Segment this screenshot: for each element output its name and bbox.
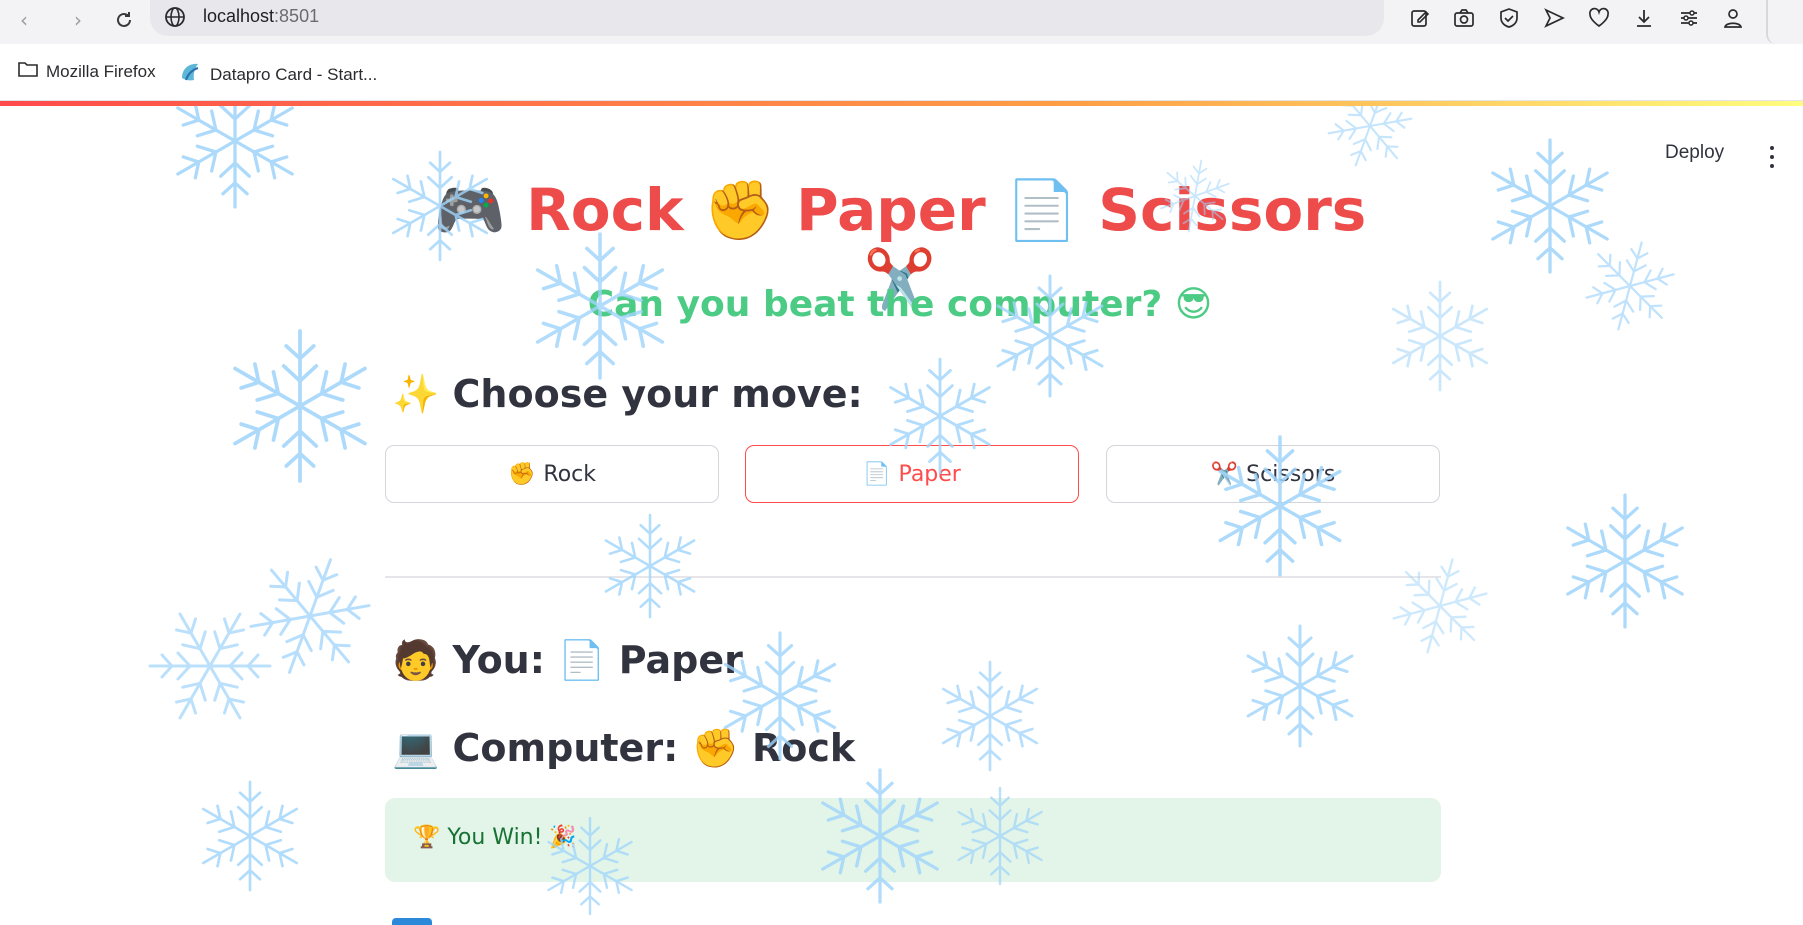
page-subtitle: Can you beat the computer? 😎 xyxy=(587,284,1213,325)
bookmarks-bar: Mozilla Firefox Datapro Card - Start... xyxy=(0,44,1803,101)
paper-label: Paper xyxy=(898,461,961,487)
address-bar[interactable]: localhost:8501 xyxy=(150,0,1384,36)
url-text: localhost:8501 xyxy=(203,6,319,27)
extension-icon[interactable] xyxy=(1766,0,1803,44)
edit-icon[interactable] xyxy=(1405,3,1435,33)
next-element-icon xyxy=(392,918,432,925)
choose-move-heading: ✨ Choose your move: xyxy=(392,372,863,416)
scissors-button[interactable]: ✂️ Scissors xyxy=(1106,445,1440,503)
section-divider xyxy=(385,576,1441,578)
player-choice: 🧑 You: 📄 Paper xyxy=(392,638,743,682)
bookmark-datapro-card[interactable]: Datapro Card - Start... xyxy=(178,60,377,89)
shield-icon[interactable] xyxy=(1494,3,1524,33)
reload-icon[interactable] xyxy=(108,4,140,36)
url-port: :8501 xyxy=(274,6,320,26)
page-icon: 📄 xyxy=(863,461,891,487)
datapro-logo-icon xyxy=(178,60,202,89)
result-alert: 🏆 You Win! 🎉 xyxy=(385,798,1441,882)
more-menu-icon[interactable] xyxy=(1770,146,1776,173)
snowflake-icon xyxy=(937,662,1042,770)
snowflake-icon xyxy=(1576,231,1684,341)
paper-button[interactable]: 📄 Paper xyxy=(745,445,1079,503)
send-icon[interactable] xyxy=(1539,3,1569,33)
browser-toolbar: ‹ › localhost:8501 xyxy=(0,0,1803,44)
bookmark-mozilla-firefox[interactable]: Mozilla Firefox xyxy=(18,60,156,83)
snowflake-icon xyxy=(1382,548,1499,663)
streamlit-app: Deploy 🎮 Rock ✊ Paper 📄 Scissors ✂️ Can … xyxy=(0,106,1803,925)
bookmark-label: Mozilla Firefox xyxy=(46,61,156,81)
scissors-icon: ✂️ xyxy=(1210,461,1239,487)
url-host: localhost xyxy=(203,6,275,26)
snowflake-icon xyxy=(600,515,699,617)
account-icon[interactable] xyxy=(1718,3,1748,33)
folder-icon xyxy=(18,60,38,83)
scissors-label: Scissors xyxy=(1246,461,1336,487)
snowflake-icon xyxy=(129,585,290,747)
snowflake-icon xyxy=(1561,495,1690,627)
download-icon[interactable] xyxy=(1629,3,1659,33)
snowflake-icon xyxy=(235,540,386,693)
fist-icon: ✊ xyxy=(508,461,536,487)
computer-choice: 💻 Computer: ✊ Rock xyxy=(392,726,856,770)
deploy-button[interactable]: Deploy xyxy=(1665,142,1724,164)
heart-icon[interactable] xyxy=(1584,3,1614,33)
back-icon[interactable]: ‹ xyxy=(8,4,40,36)
snowflake-icon xyxy=(1486,140,1615,272)
result-text: 🏆 You Win! 🎉 xyxy=(413,825,577,850)
settings-sliders-icon[interactable] xyxy=(1674,3,1704,33)
forward-icon[interactable]: › xyxy=(62,4,94,36)
snowflake-icon xyxy=(171,106,300,207)
camera-icon[interactable] xyxy=(1449,3,1479,33)
snowflake-icon xyxy=(1242,626,1359,746)
snowflake-icon xyxy=(197,782,302,890)
snowflake-icon xyxy=(1322,106,1419,174)
rock-label: Rock xyxy=(543,461,596,487)
bookmark-label: Datapro Card - Start... xyxy=(210,64,378,84)
rock-button[interactable]: ✊ Rock xyxy=(385,445,719,503)
globe-icon xyxy=(164,6,186,32)
snowflake-icon xyxy=(227,331,373,481)
